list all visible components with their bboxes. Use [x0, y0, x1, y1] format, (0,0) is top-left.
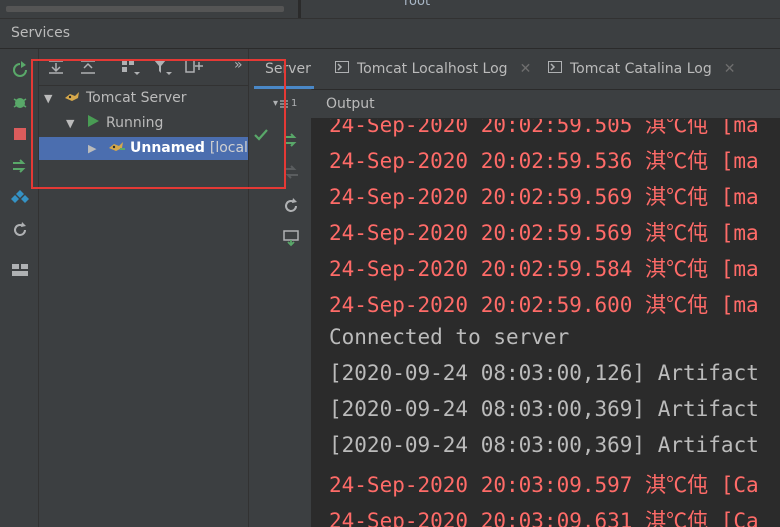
- log-line: 24-Sep-2020 20:02:59.505 淇℃伅 [ma: [329, 119, 759, 137]
- log-line: Connected to server: [329, 325, 570, 349]
- detail-tabs: Server Tomcat Localhost Log ✕ Tomcat Cat…: [249, 49, 780, 89]
- log-line: [2020-09-24 08:03:00,369] Artifact: [329, 397, 759, 421]
- log-line: 24-Sep-2020 20:02:59.569 淇℃伅 [ma: [329, 221, 759, 245]
- output-header: Output: [311, 90, 780, 119]
- rerun-icon[interactable]: [9, 59, 31, 81]
- log-line: 24-Sep-2020 20:03:09.631 淇℃伅 [Ca: [329, 509, 759, 527]
- deploy-icon[interactable]: [9, 155, 31, 177]
- divider: [298, 0, 301, 18]
- log-line: [2020-09-24 08:03:00,126] Artifact: [329, 361, 759, 385]
- tab-tomcat-catalina-log[interactable]: Tomcat Catalina Log ✕: [548, 49, 735, 89]
- close-icon[interactable]: ✕: [520, 61, 532, 77]
- console-icon: [548, 61, 562, 77]
- log-line: 24-Sep-2020 20:02:59.584 淇℃伅 [ma: [329, 257, 759, 281]
- scroll-indicator: [6, 6, 284, 12]
- tab-label: Tomcat Catalina Log: [570, 61, 712, 77]
- refresh-icon[interactable]: [9, 219, 31, 241]
- log-line: 24-Sep-2020 20:02:59.536 淇℃伅 [ma: [329, 149, 759, 173]
- log-line: [2020-09-24 08:03:00,369] Artifact: [329, 433, 759, 457]
- console-icon: [335, 61, 349, 77]
- open-browser-icon[interactable]: [280, 227, 302, 249]
- services-title: Services: [11, 25, 71, 41]
- log-line: 24-Sep-2020 20:02:59.569 淇℃伅 [ma: [329, 185, 759, 209]
- log-line: 24-Sep-2020 20:02:59.600 淇℃伅 [ma: [329, 293, 759, 317]
- output-title: Output: [326, 96, 375, 112]
- tab-tomcat-localhost-log[interactable]: Tomcat Localhost Log ✕: [335, 49, 531, 89]
- top-strip: root: [0, 0, 780, 19]
- artifact-icon[interactable]: [9, 187, 31, 209]
- update-icon[interactable]: [280, 195, 302, 217]
- debug-icon[interactable]: [9, 91, 31, 113]
- annotation-highlight-box: [31, 59, 286, 189]
- stop-icon[interactable]: [9, 123, 31, 145]
- close-icon[interactable]: ✕: [724, 61, 736, 77]
- tab-label: Tomcat Localhost Log: [357, 61, 508, 77]
- console-output[interactable]: 24-Sep-2020 20:02:59.505 淇℃伅 [ma 24-Sep-…: [311, 119, 780, 527]
- log-line: 24-Sep-2020 20:03:09.597 淇℃伅 [Ca: [329, 473, 759, 497]
- top-label: root: [404, 0, 431, 9]
- services-title-bar: Services: [0, 19, 780, 49]
- layout-icon[interactable]: [9, 259, 31, 281]
